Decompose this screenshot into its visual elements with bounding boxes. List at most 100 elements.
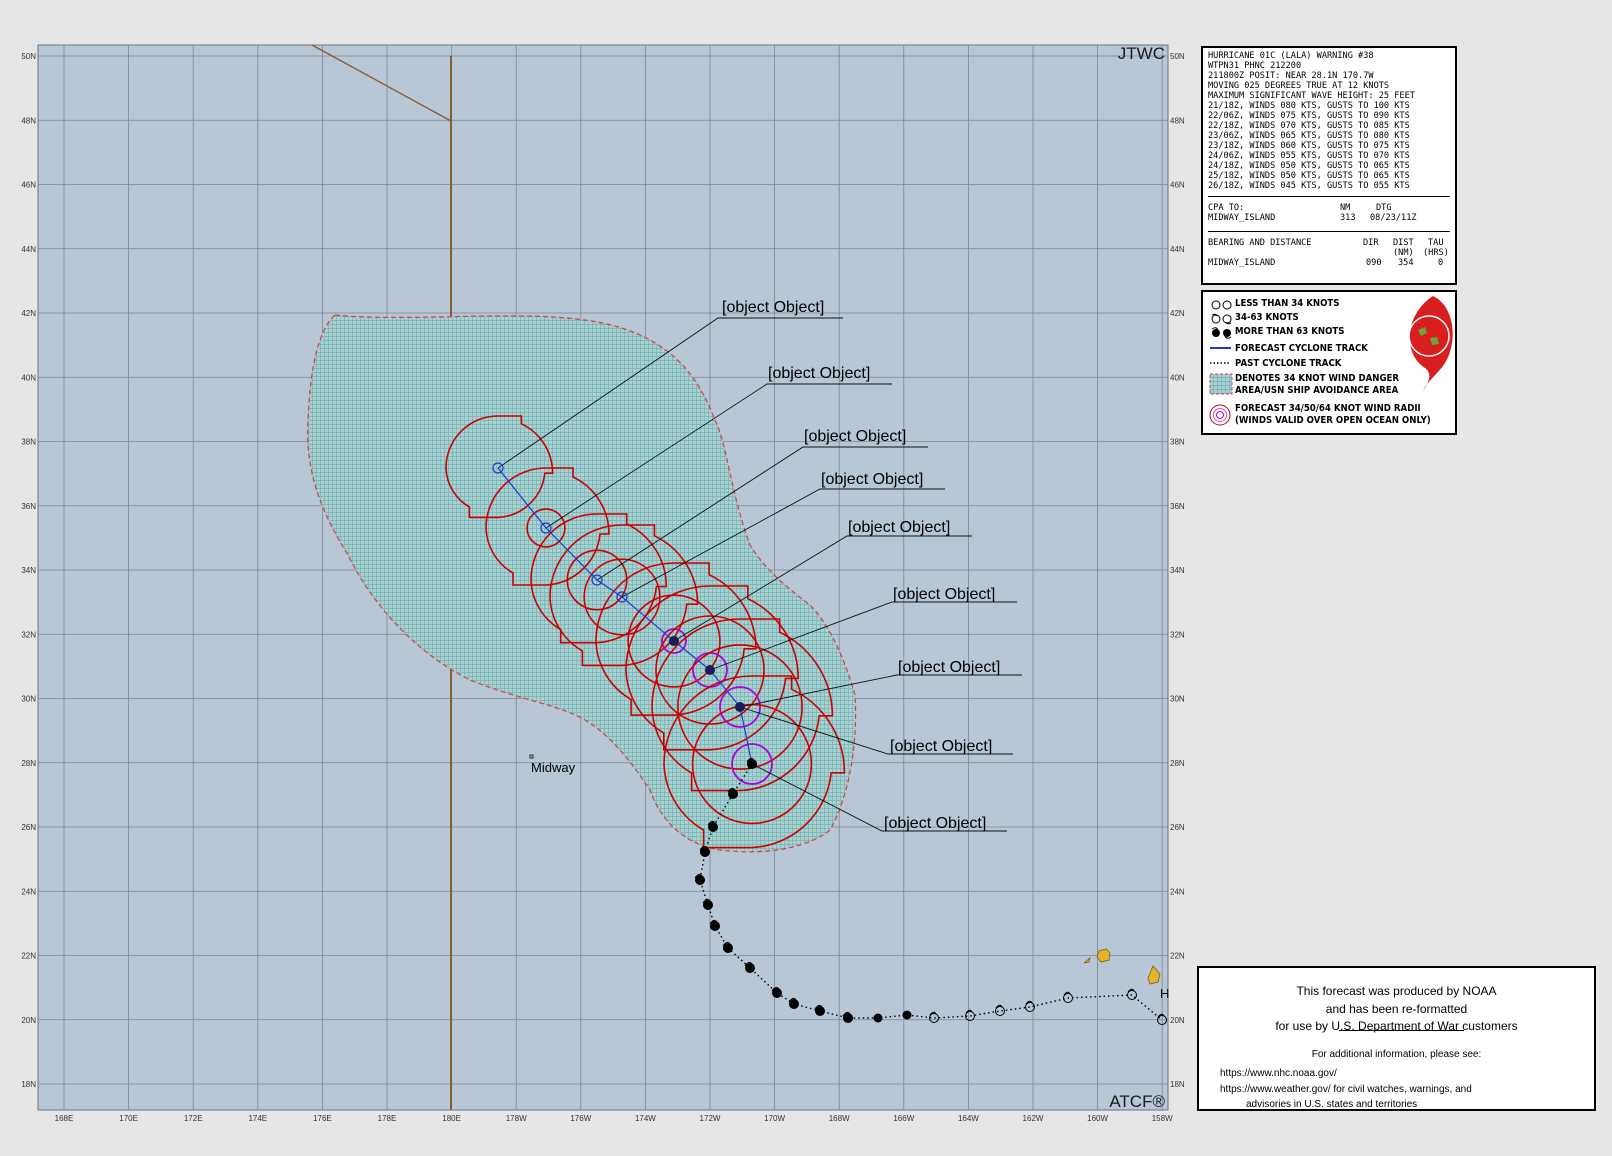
lon-label: 178W (506, 1114, 527, 1123)
notice-line-3: for use by U.S. Department of War custom… (1275, 1019, 1518, 1033)
forecast-track-icon (1210, 347, 1231, 349)
warning-line: MAXIMUM SIGNIFICANT WAVE HEIGHT: 25 FEET (1208, 91, 1415, 101)
lat-label: 42N (21, 309, 36, 318)
warning-line: 23/18Z, WINDS 060 KTS, GUSTS TO 075 KTS (1208, 141, 1410, 151)
lon-label: 170E (119, 1114, 138, 1123)
warning-line: WTPN31 PHNC 212200 (1208, 61, 1302, 71)
warning-line: 22/18Z, WINDS 070 KTS, GUSTS TO 085 KTS (1208, 121, 1410, 131)
lat-label: 22N (1170, 952, 1185, 961)
lat-label: 48N (21, 116, 36, 125)
weak-cyclone-icon (1211, 300, 1232, 310)
cpa-header: CPA TO: NM DTG (1208, 203, 1392, 213)
notice-line-advisories: advisories in U.S. states and territorie… (1246, 1099, 1418, 1110)
lon-label: 168E (55, 1114, 74, 1123)
past-track-icon (1210, 362, 1231, 364)
lon-label: 172W (700, 1114, 721, 1123)
warning-line: 24/06Z, WINDS 055 KTS, GUSTS TO 070 KTS (1208, 151, 1410, 161)
lon-label: 158W (1152, 1114, 1173, 1123)
lat-label: 26N (21, 823, 36, 832)
legend-past-track: PAST CYCLONE TRACK (1209, 358, 1359, 372)
lat-label: 44N (21, 245, 36, 254)
warning-panel: HURRICANE 01C (LALA) WARNING #38 WTPN31 P… (1201, 46, 1457, 285)
danger-area-icon (1209, 373, 1233, 395)
lat-label: 20N (1170, 1016, 1185, 1025)
warning-line: 211800Z POSIT: NEAR 28.1N 170.7W (1208, 71, 1374, 81)
lat-label: 32N (21, 630, 36, 639)
lat-label: 38N (1170, 438, 1185, 447)
lat-label: 30N (21, 695, 36, 704)
storm-icon (1211, 313, 1232, 325)
lat-label: 46N (1170, 181, 1185, 190)
hawaii-label: H (1160, 986, 1169, 1001)
warning-text: HURRICANE 01C (LALA) WARNING #38 WTPN31 P… (1208, 51, 1450, 191)
lat-label: 50N (1170, 52, 1185, 61)
lat-label: 30N (1170, 695, 1185, 704)
legend-gt63: MORE THAN 63 KNOTS (1209, 326, 1362, 340)
lat-label: 40N (1170, 373, 1185, 382)
forecast-label: [object Object] (890, 738, 992, 755)
warning-line: 26/18Z, WINDS 045 KTS, GUSTS TO 055 KTS (1208, 181, 1410, 191)
notice-line-2: and has been re-formatted (1325, 1001, 1468, 1016)
warning-line: 23/06Z, WINDS 065 KTS, GUSTS TO 080 KTS (1208, 131, 1410, 141)
lat-label: 32N (1170, 630, 1185, 639)
forecast-label: [object Object] (893, 586, 995, 603)
forecast-label: [object Object] (804, 428, 906, 445)
notice-info: For additional information, please see: (1311, 1049, 1482, 1060)
lon-label: 170W (764, 1114, 785, 1123)
longitude-labels: 168E 170E 172E 174E 176E 178E 180E 178W 176W 174W… (55, 1114, 1173, 1123)
forecast-point-icon (669, 636, 679, 646)
lat-label: 36N (21, 502, 36, 511)
lat-label: 44N (1170, 245, 1185, 254)
legend-danger-area: DENOTES 34 KNOT WIND DANGER AREA/USN SHIP… (1209, 373, 1426, 397)
forecast-label: [object Object] (884, 815, 986, 832)
lat-label: 26N (1170, 823, 1185, 832)
notice-line-1: This forecast was produced by NOAA (1296, 984, 1497, 998)
midway-label: Midway (531, 760, 576, 775)
legend-lt34: LESS THAN 34 KNOTS (1209, 298, 1356, 312)
weather-gov-link[interactable]: https://www.weather.gov/ for civil watch… (1220, 1082, 1472, 1098)
lon-label: 174E (248, 1114, 267, 1123)
noaa-link[interactable]: https://www.nhc.noaa.gov/ (1220, 1066, 1472, 1082)
warning-line: MOVING 025 DEGREES TRUE AT 12 KNOTS (1208, 81, 1390, 91)
lat-label: 18N (21, 1080, 36, 1089)
lon-label: 166W (893, 1114, 914, 1123)
warning-line: 21/18Z, WINDS 080 KTS, GUSTS TO 100 KTS (1208, 101, 1410, 111)
cpa-row: MIDWAY_ISLAND 313 08/23/11Z (1208, 213, 1417, 223)
legend-forecast-track: FORECAST CYCLONE TRACK (1209, 343, 1390, 357)
lon-label: 160W (1087, 1114, 1108, 1123)
bearing-header: BEARING AND DISTANCE DIR DIST TAU (1208, 238, 1444, 248)
bearing-row: MIDWAY_ISLAND 090 354 0 (1208, 258, 1444, 268)
hurricane-point-icon (902, 1010, 912, 1020)
forecast-label: [object Object] (821, 471, 923, 488)
lon-label: 176E (313, 1114, 332, 1123)
lon-label: 178E (378, 1114, 397, 1123)
lon-label: 172E (184, 1114, 203, 1123)
jtwc-label: JTWC (1118, 44, 1165, 63)
legend-panel: LESS THAN 34 KNOTS 34-63 KNOTS MORE THAN… (1201, 290, 1457, 435)
lat-label: 24N (21, 887, 36, 896)
forecast-label: [object Object] (768, 365, 870, 382)
bearing-subheader: (NM) (HRS) (1393, 248, 1449, 258)
wind-radii-icon (1209, 404, 1231, 426)
lon-label: 176W (570, 1114, 591, 1123)
warning-line: 22/06Z, WINDS 075 KTS, GUSTS TO 090 KTS (1208, 111, 1410, 121)
forecast-label: [object Object] (848, 519, 950, 536)
lat-label: 34N (1170, 566, 1185, 575)
lat-label: 28N (21, 759, 36, 768)
atcf-label: ATCF® (1109, 1092, 1165, 1111)
forecast-point-icon (705, 665, 715, 675)
lat-label: 40N (21, 373, 36, 382)
forecast-point-icon (735, 702, 745, 712)
legend-34-63: 34-63 KNOTS (1209, 312, 1309, 326)
nws-seal-icon (1408, 296, 1453, 391)
noaa-notice-panel: This forecast was produced by NOAA and h… (1197, 966, 1596, 1111)
forecast-label: [object Object] (722, 299, 824, 316)
latitude-labels-right: 50N 48N 46N 44N 42N 40N 38N 36N 34N 32N 30N 28N 26N 2… (1170, 52, 1185, 1089)
lon-label: 164W (958, 1114, 979, 1123)
hurricane-icon (1211, 327, 1232, 339)
lat-label: 48N (1170, 116, 1185, 125)
lat-label: 18N (1170, 1080, 1185, 1089)
lat-label: 28N (1170, 759, 1185, 768)
lat-label: 20N (21, 1016, 36, 1025)
lon-label: 180E (442, 1114, 461, 1123)
